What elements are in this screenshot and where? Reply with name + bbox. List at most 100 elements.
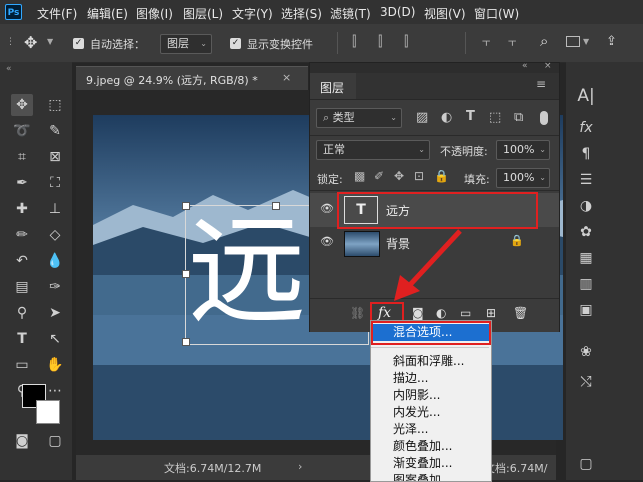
share-icon[interactable]: ⇪	[606, 34, 617, 49]
quick-mask-icon[interactable]: ◙	[11, 430, 33, 452]
chevron-down-icon[interactable]: ▼	[47, 37, 53, 46]
color-palette-icon[interactable]: ✿	[576, 222, 596, 242]
new-layer-icon[interactable]: ⊞	[486, 306, 496, 320]
shape-filter-icon[interactable]: ⬚	[489, 110, 501, 125]
lock-image-icon[interactable]: ✐	[374, 169, 384, 183]
workspace-icon[interactable]	[566, 36, 580, 47]
swatches-icon[interactable]: ▦	[576, 248, 596, 268]
tab-layers[interactable]: 图层	[310, 73, 356, 99]
trash-icon[interactable]: 🗑	[513, 306, 528, 320]
brush-tool-icon[interactable]: ✏	[11, 224, 33, 246]
crop-tool-icon[interactable]: ⌗	[11, 146, 33, 168]
stamp-tool-icon[interactable]: ⊥	[44, 198, 66, 220]
lock-transparent-icon[interactable]: ▩	[354, 169, 365, 183]
menu-filter[interactable]: 滤镜(T)	[330, 5, 371, 22]
eyedropper-tool-icon[interactable]: ✒	[11, 172, 33, 194]
rectangle-tool-icon[interactable]: ▭	[11, 354, 33, 376]
gradients-icon[interactable]: ▥	[576, 274, 596, 294]
direct-select-icon[interactable]: ↖	[44, 328, 66, 350]
document-tab[interactable]: 9.jpeg @ 24.9% (远方, RGB/8) * ×	[76, 66, 308, 91]
hand-tool-icon[interactable]: ✋	[44, 354, 66, 376]
filter-toggle-icon[interactable]	[540, 111, 548, 125]
collapse-icon[interactable]: «	[522, 61, 528, 71]
lasso-tool-icon[interactable]: ➰	[11, 120, 33, 142]
pen-tool-icon[interactable]: ✑	[44, 276, 66, 298]
gradient-tool-icon[interactable]: ▤	[11, 276, 33, 298]
align-right-icon[interactable]: ⫿	[404, 34, 408, 50]
menu-image[interactable]: 图像(I)	[136, 5, 173, 22]
menu-stroke[interactable]: 描边...	[371, 370, 489, 387]
sliders-icon[interactable]: ☰	[576, 170, 596, 190]
type-filter-icon[interactable]: T	[466, 109, 475, 124]
quick-select-tool-icon[interactable]: ✎	[44, 120, 66, 142]
marquee-tool-icon[interactable]: ⬚	[44, 94, 66, 116]
menu-satin[interactable]: 光泽...	[371, 421, 489, 438]
menu-bevel-emboss[interactable]: 斜面和浮雕...	[371, 353, 489, 370]
new-doc-icon[interactable]: ▢	[576, 454, 596, 474]
close-icon[interactable]: ×	[544, 61, 552, 71]
search-icon[interactable]: ⌕	[540, 32, 548, 50]
menu-edit[interactable]: 编辑(E)	[87, 5, 128, 22]
type-tool-icon[interactable]: T	[11, 328, 33, 350]
blur-tool-icon[interactable]: 💧	[44, 250, 66, 272]
frame-tool-icon[interactable]: ⊠	[44, 146, 66, 168]
align-top-icon[interactable]: ⫟	[482, 34, 490, 50]
lock-artboard-icon[interactable]: ⊡	[414, 169, 424, 183]
menu-layer[interactable]: 图层(L)	[183, 5, 223, 22]
lock-all-icon[interactable]: 🔒	[434, 169, 449, 183]
move-tool-icon[interactable]: ✥	[11, 94, 33, 116]
menu-inner-glow[interactable]: 内发光...	[371, 404, 489, 421]
dodge-tool-icon[interactable]: ⚲	[11, 302, 33, 324]
align-left-icon[interactable]: ⫿	[352, 34, 356, 50]
character-panel-icon[interactable]: A|	[576, 86, 596, 106]
auto-select-checkbox[interactable]: ✓	[73, 38, 84, 49]
panel-menu-icon[interactable]: ≡	[536, 77, 546, 91]
show-transform-checkbox[interactable]: ✓	[230, 38, 241, 49]
close-icon[interactable]: ×	[282, 71, 291, 84]
history-brush-icon[interactable]: ↶	[11, 250, 33, 272]
fx-styles-icon[interactable]: fx	[576, 118, 596, 138]
menu-view[interactable]: 视图(V)	[424, 5, 466, 22]
fill-field[interactable]: 100% ⌄	[496, 168, 550, 188]
pixel-filter-icon[interactable]: ▨	[416, 110, 428, 125]
collapse-icon[interactable]: «	[6, 64, 12, 74]
new-group-icon[interactable]: ▭	[460, 306, 471, 320]
add-mask-icon[interactable]: ◙	[412, 306, 424, 320]
filter-kind-dropdown[interactable]: ⌕ 类型 ⌄	[316, 108, 402, 128]
eraser-tool-icon[interactable]: ◇	[44, 224, 66, 246]
eye-icon[interactable]: 👁	[320, 202, 334, 215]
paths-icon[interactable]: ⤭	[576, 372, 596, 392]
status-arrow-icon[interactable]: ›	[298, 460, 302, 473]
menu-inner-shadow[interactable]: 内阴影...	[371, 387, 489, 404]
background-color-swatch[interactable]	[36, 400, 60, 424]
move-tool-icon[interactable]: ✥	[24, 33, 37, 52]
healing-brush-icon[interactable]: ✚	[11, 198, 33, 220]
adjustment-filter-icon[interactable]: ◐	[441, 110, 452, 125]
blend-mode-dropdown[interactable]: 正常 ⌄	[316, 140, 430, 160]
menu-select[interactable]: 选择(S)	[281, 5, 322, 22]
menu-file[interactable]: 文件(F)	[37, 5, 77, 22]
menu-color-overlay[interactable]: 颜色叠加...	[371, 438, 489, 455]
channels-icon[interactable]: ❀	[576, 342, 596, 362]
menu-window[interactable]: 窗口(W)	[474, 5, 519, 22]
align-center-icon[interactable]: ⫿	[378, 34, 382, 50]
adjustments-icon[interactable]: ◑	[576, 196, 596, 216]
more-tools-icon[interactable]: ⋯	[44, 380, 66, 402]
screen-mode-icon[interactable]: ▢	[44, 430, 66, 452]
link-layers-icon[interactable]: ⛓	[350, 306, 365, 320]
lock-position-icon[interactable]: ✥	[394, 169, 404, 183]
object-select-icon[interactable]: ⛶	[44, 172, 66, 194]
menu-gradient-overlay[interactable]: 渐变叠加...	[371, 455, 489, 472]
opacity-field[interactable]: 100% ⌄	[496, 140, 550, 160]
menu-type[interactable]: 文字(Y)	[232, 5, 273, 22]
auto-select-dropdown[interactable]: 图层 ⌄	[160, 34, 212, 54]
paragraph-icon[interactable]: ¶	[576, 144, 596, 164]
patterns-icon[interactable]: ▣	[576, 300, 596, 320]
fx-button[interactable]: fx	[378, 305, 391, 321]
path-select-icon[interactable]: ➤	[44, 302, 66, 324]
chevron-down-icon[interactable]: ▼	[583, 37, 589, 46]
smart-object-filter-icon[interactable]: ⧉	[514, 110, 523, 125]
menu-3d[interactable]: 3D(D)	[380, 5, 415, 19]
align-middle-icon[interactable]: ⫟	[508, 34, 516, 50]
eye-icon[interactable]: 👁	[320, 235, 334, 248]
